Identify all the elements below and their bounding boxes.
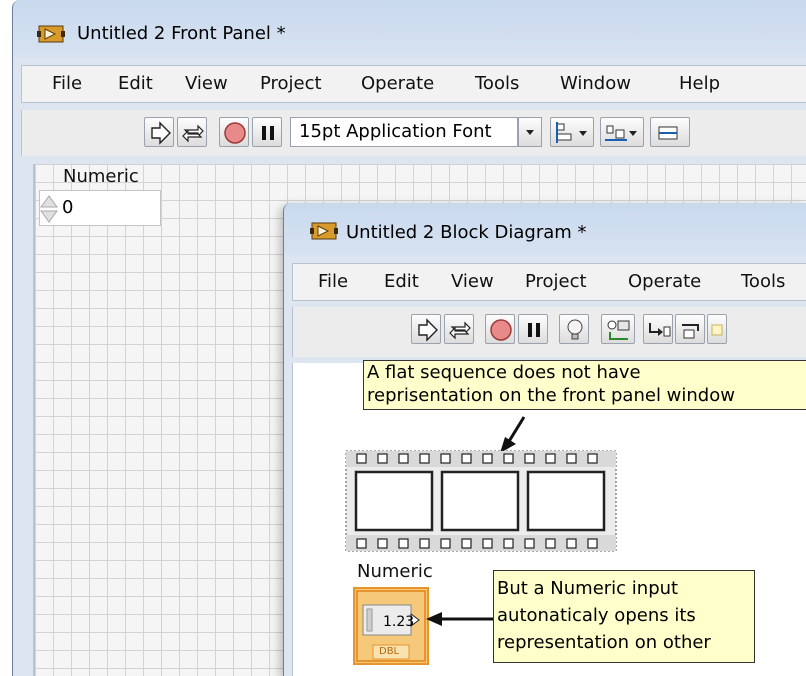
highlight-execution-button[interactable] — [559, 314, 589, 344]
stop-icon — [490, 319, 512, 341]
resize-objects-icon — [658, 126, 678, 140]
chevron-down-icon — [526, 130, 534, 135]
run-arrow-icon — [151, 121, 171, 145]
font-select-value: 15pt Application Font — [299, 121, 492, 142]
run-continuously-button[interactable] — [177, 117, 207, 147]
distribute-objects-icon — [605, 125, 637, 141]
lightbulb-icon — [567, 319, 583, 340]
labview-vi-icon — [37, 25, 65, 43]
probe-icon — [607, 320, 630, 340]
pause-button[interactable] — [252, 117, 282, 147]
step-into-icon — [649, 323, 671, 337]
block-diagram-title: Untitled 2 Block Diagram * — [346, 222, 587, 243]
run-button[interactable] — [144, 117, 174, 147]
retain-wire-values-button[interactable] — [601, 314, 635, 344]
menu-view[interactable]: View — [185, 73, 228, 94]
resize-objects-button[interactable] — [650, 117, 690, 147]
increment-decrement-icon — [40, 195, 58, 223]
menu-tools[interactable]: Tools — [475, 73, 519, 94]
menu-edit[interactable]: Edit — [384, 271, 419, 292]
numeric-control-label: Numeric — [63, 166, 139, 187]
flat-sequence-structure[interactable] — [345, 450, 617, 552]
align-objects-icon — [556, 122, 587, 143]
font-select[interactable]: 15pt Application Font — [290, 117, 518, 147]
menu-project[interactable]: Project — [525, 271, 587, 292]
run-continuously-button[interactable] — [444, 314, 474, 344]
numeric-terminal-label: Numeric — [357, 561, 433, 582]
menu-window[interactable]: Window — [560, 73, 631, 94]
numeric-control-value[interactable]: 0 — [62, 197, 73, 218]
flat-sequence-note[interactable]: A flat sequence does not have reprisenta… — [363, 360, 806, 410]
align-objects-button[interactable] — [550, 117, 594, 147]
stop-icon — [224, 122, 246, 144]
abort-button[interactable] — [485, 314, 515, 344]
note-arrow-bottom — [426, 612, 494, 626]
front-panel-title: Untitled 2 Front Panel * — [77, 23, 286, 44]
numeric-terminal-value: 1.23 — [383, 614, 415, 630]
font-select-dropdown[interactable] — [518, 117, 542, 147]
menu-tools[interactable]: Tools — [741, 271, 785, 292]
menu-view[interactable]: View — [451, 271, 494, 292]
menu-operate[interactable]: Operate — [361, 73, 434, 94]
abort-button[interactable] — [219, 117, 249, 147]
flat-sequence-note-line2: reprisentation on the front panel window — [367, 385, 735, 406]
menu-file[interactable]: File — [318, 271, 348, 292]
run-continuously-icon — [449, 321, 471, 340]
pause-icon — [262, 126, 274, 140]
front-panel-titlebar[interactable]: Untitled 2 Front Panel * — [13, 0, 806, 56]
pause-icon — [528, 323, 540, 337]
run-arrow-icon — [418, 318, 438, 342]
numeric-input-note-line2: autonaticaly opens its — [497, 605, 696, 626]
labview-vi-icon — [310, 222, 338, 240]
numeric-input-note-line1: But a Numeric input — [497, 578, 679, 599]
numeric-input-note-line3: representation on other — [497, 632, 711, 653]
run-continuously-icon — [182, 124, 204, 143]
numeric-control[interactable]: 0 — [39, 190, 161, 226]
flat-sequence-note-line1: A flat sequence does not have — [367, 362, 641, 383]
front-panel-toolbar: 15pt Application Font — [21, 110, 806, 156]
menu-operate[interactable]: Operate — [628, 271, 701, 292]
block-diagram-titlebar[interactable]: Untitled 2 Block Diagram * — [284, 203, 806, 259]
block-diagram-menubar: File Edit View Project Operate Tools — [292, 263, 806, 301]
block-diagram-toolbar — [292, 307, 806, 357]
block-diagram-window: Untitled 2 Block Diagram * File Edit Vie… — [283, 203, 806, 676]
distribute-objects-button[interactable] — [600, 117, 644, 147]
menu-project[interactable]: Project — [260, 73, 322, 94]
step-over-icon — [682, 324, 699, 339]
run-button[interactable] — [411, 314, 441, 344]
menu-file[interactable]: File — [52, 73, 82, 94]
menu-help[interactable]: Help — [679, 73, 720, 94]
step-out-button[interactable] — [707, 314, 727, 344]
step-into-button[interactable] — [643, 314, 673, 344]
menu-edit[interactable]: Edit — [118, 73, 153, 94]
numeric-terminal-type: DBL — [379, 646, 400, 657]
step-over-button[interactable] — [675, 314, 705, 344]
pause-button[interactable] — [518, 314, 548, 344]
step-out-icon — [711, 324, 723, 336]
front-panel-menubar: File Edit View Project Operate Tools Win… — [21, 65, 806, 103]
numeric-input-note[interactable]: But a Numeric input autonaticaly opens i… — [493, 570, 755, 663]
